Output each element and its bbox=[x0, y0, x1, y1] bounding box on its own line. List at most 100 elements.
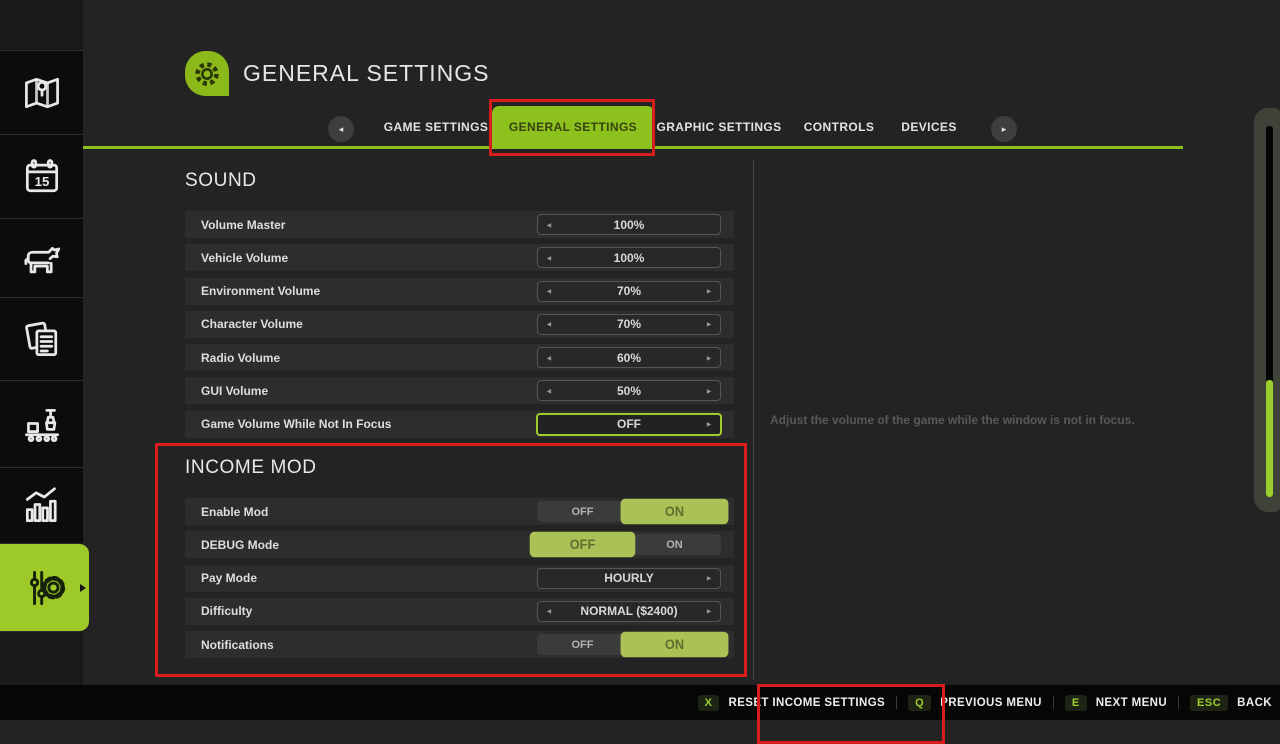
toggle-group: OFFON bbox=[537, 501, 721, 522]
value-stepper[interactable]: HOURLY ▸ bbox=[537, 568, 721, 589]
value-stepper[interactable]: ◂60%▸ bbox=[537, 347, 721, 368]
toggle-off-button[interactable]: OFF bbox=[530, 532, 636, 558]
decrease-arrow-icon[interactable]: ◂ bbox=[547, 320, 551, 329]
value-stepper[interactable]: ◂ NORMAL ($2400) ▸ bbox=[537, 601, 721, 622]
stepper-value: 100% bbox=[614, 251, 645, 265]
tab-controls[interactable]: CONTROLS bbox=[804, 120, 875, 134]
sliders-gear-icon bbox=[23, 566, 67, 610]
key-badge: ESC bbox=[1190, 695, 1228, 711]
toggle-on-button[interactable]: ON bbox=[621, 499, 729, 525]
calendar-icon: 15 bbox=[20, 155, 64, 199]
value-stepper[interactable]: ◂70%▸ bbox=[537, 281, 721, 302]
decrease-arrow-icon[interactable]: ◂ bbox=[547, 287, 551, 296]
increase-arrow-icon[interactable]: ▸ bbox=[707, 353, 711, 362]
setting-label: Radio Volume bbox=[201, 351, 280, 365]
value-stepper[interactable]: OFF▸ bbox=[536, 413, 722, 436]
sidebar-item-calendar[interactable]: 15 bbox=[0, 134, 83, 220]
increase-arrow-icon[interactable]: ▸ bbox=[707, 386, 711, 395]
key-badge: E bbox=[1065, 695, 1087, 711]
scrollbar-thumb[interactable] bbox=[1266, 380, 1273, 497]
key-badge: Q bbox=[908, 695, 931, 711]
decrease-arrow-icon[interactable]: ◂ bbox=[547, 386, 551, 395]
setting-row: Radio Volume ◂60%▸ bbox=[185, 344, 734, 371]
setting-label: Character Volume bbox=[201, 317, 303, 331]
cow-icon bbox=[20, 237, 64, 281]
setting-label: Environment Volume bbox=[201, 284, 320, 298]
decrease-arrow-icon[interactable]: ◂ bbox=[547, 607, 551, 616]
keyhint-previous-menu[interactable]: Q PREVIOUS MENU bbox=[908, 695, 1042, 711]
key-badge: X bbox=[698, 695, 720, 711]
setting-row: Difficulty◂NORMAL ($2400)▸ bbox=[185, 598, 734, 625]
keyhint-next-menu[interactable]: E NEXT MENU bbox=[1065, 695, 1167, 711]
setting-row: Enable Mod OFFON bbox=[185, 498, 734, 525]
value-stepper[interactable]: ◂ 100% bbox=[537, 214, 721, 235]
map-icon bbox=[20, 71, 64, 115]
toggle-group: OFFON bbox=[537, 634, 721, 655]
setting-row: Environment Volume ◂70%▸ bbox=[185, 278, 734, 305]
gear-icon bbox=[185, 51, 229, 96]
tab-general-settings[interactable]: GENERAL SETTINGS bbox=[492, 106, 654, 148]
panel-divider bbox=[753, 160, 754, 680]
stepper-value: 50% bbox=[617, 384, 641, 398]
setting-row: Notifications OFFON bbox=[185, 631, 734, 658]
increase-arrow-icon[interactable]: ▸ bbox=[707, 287, 711, 296]
keyhint-label: RESET INCOME SETTINGS bbox=[728, 697, 885, 709]
stepper-value: 100% bbox=[614, 218, 645, 232]
decrease-arrow-icon[interactable]: ◂ bbox=[547, 353, 551, 362]
stepper-value: HOURLY bbox=[604, 571, 654, 585]
toggle-off-button[interactable]: OFF bbox=[537, 634, 628, 655]
setting-label: DEBUG Mode bbox=[201, 538, 279, 552]
setting-label: Game Volume While Not In Focus bbox=[201, 417, 391, 431]
keyhint-back[interactable]: ESC BACK bbox=[1190, 695, 1272, 711]
increase-arrow-icon[interactable]: ▸ bbox=[707, 320, 711, 329]
keyhint-label: PREVIOUS MENU bbox=[940, 697, 1042, 709]
setting-row: DEBUG Mode OFFON bbox=[185, 531, 734, 558]
sidebar-item-map[interactable] bbox=[0, 50, 83, 136]
scrollbar-track[interactable] bbox=[1266, 126, 1273, 497]
sidebar-item-animals[interactable] bbox=[0, 218, 83, 299]
hint-separator bbox=[1053, 696, 1054, 709]
setting-label: Enable Mod bbox=[201, 505, 268, 519]
sound-rows: Volume Master◂100%Vehicle Volume◂100%Env… bbox=[185, 211, 734, 438]
sidebar-item-contracts[interactable] bbox=[0, 297, 83, 382]
svg-text:15: 15 bbox=[34, 174, 49, 189]
hint-separator bbox=[896, 696, 897, 709]
decrease-arrow-icon[interactable]: ◂ bbox=[547, 220, 551, 229]
sidebar-item-mod-settings[interactable] bbox=[0, 543, 89, 632]
toggle-group: OFFON bbox=[537, 534, 721, 555]
chevron-right-icon[interactable]: ▸ bbox=[991, 116, 1017, 142]
tab-devices[interactable]: DEVICES bbox=[901, 120, 956, 134]
setting-row: Character Volume ◂70%▸ bbox=[185, 311, 734, 338]
stepper-value: NORMAL ($2400) bbox=[580, 604, 677, 618]
tab-graphic-settings[interactable]: GRAPHIC SETTINGS bbox=[656, 120, 781, 134]
increase-arrow-icon[interactable]: ▸ bbox=[707, 420, 711, 429]
keyhint-label: NEXT MENU bbox=[1096, 697, 1167, 709]
keyhint-label: BACK bbox=[1237, 697, 1272, 709]
setting-row: Vehicle Volume ◂ 100% bbox=[185, 244, 734, 271]
keyhint-reset-income-settings[interactable]: X RESET INCOME SETTINGS bbox=[698, 695, 885, 711]
value-stepper[interactable]: ◂ 50% ▸ bbox=[537, 380, 721, 401]
statistics-icon bbox=[20, 484, 64, 528]
value-stepper[interactable]: ◂70%▸ bbox=[537, 314, 721, 335]
sidebar-item-production[interactable] bbox=[0, 380, 83, 469]
setting-description: Adjust the volume of the game while the … bbox=[770, 413, 1200, 427]
sound-section-title: SOUND bbox=[185, 170, 257, 192]
sidebar-item-statistics[interactable] bbox=[0, 467, 83, 545]
setting-label: Notifications bbox=[201, 638, 274, 652]
income-mod-section-title: INCOME MOD bbox=[185, 457, 317, 479]
chevron-left-icon[interactable]: ◂ bbox=[328, 116, 354, 142]
decrease-arrow-icon[interactable]: ◂ bbox=[547, 253, 551, 262]
tab-game-settings[interactable]: GAME SETTINGS bbox=[384, 120, 489, 134]
setting-label: Vehicle Volume bbox=[201, 251, 288, 265]
toggle-off-button[interactable]: OFF bbox=[537, 501, 628, 522]
toggle-on-button[interactable]: ON bbox=[621, 632, 729, 658]
setting-row: GUI Volume◂50%▸ bbox=[185, 377, 734, 404]
increase-arrow-icon[interactable]: ▸ bbox=[707, 574, 711, 583]
increase-arrow-icon[interactable]: ▸ bbox=[707, 607, 711, 616]
setting-row: Volume Master◂100% bbox=[185, 211, 734, 238]
toggle-on-button[interactable]: ON bbox=[628, 534, 721, 555]
value-stepper[interactable]: ◂ 100% bbox=[537, 247, 721, 268]
footer-keybar: X RESET INCOME SETTINGS Q PREVIOUS MENU E NEX… bbox=[0, 685, 1280, 720]
setting-row: Game Volume While Not In Focus OFF▸ bbox=[185, 411, 734, 438]
income-mod-rows: Enable ModOFFONDEBUG ModeOFFONPay ModeHO… bbox=[185, 498, 734, 658]
